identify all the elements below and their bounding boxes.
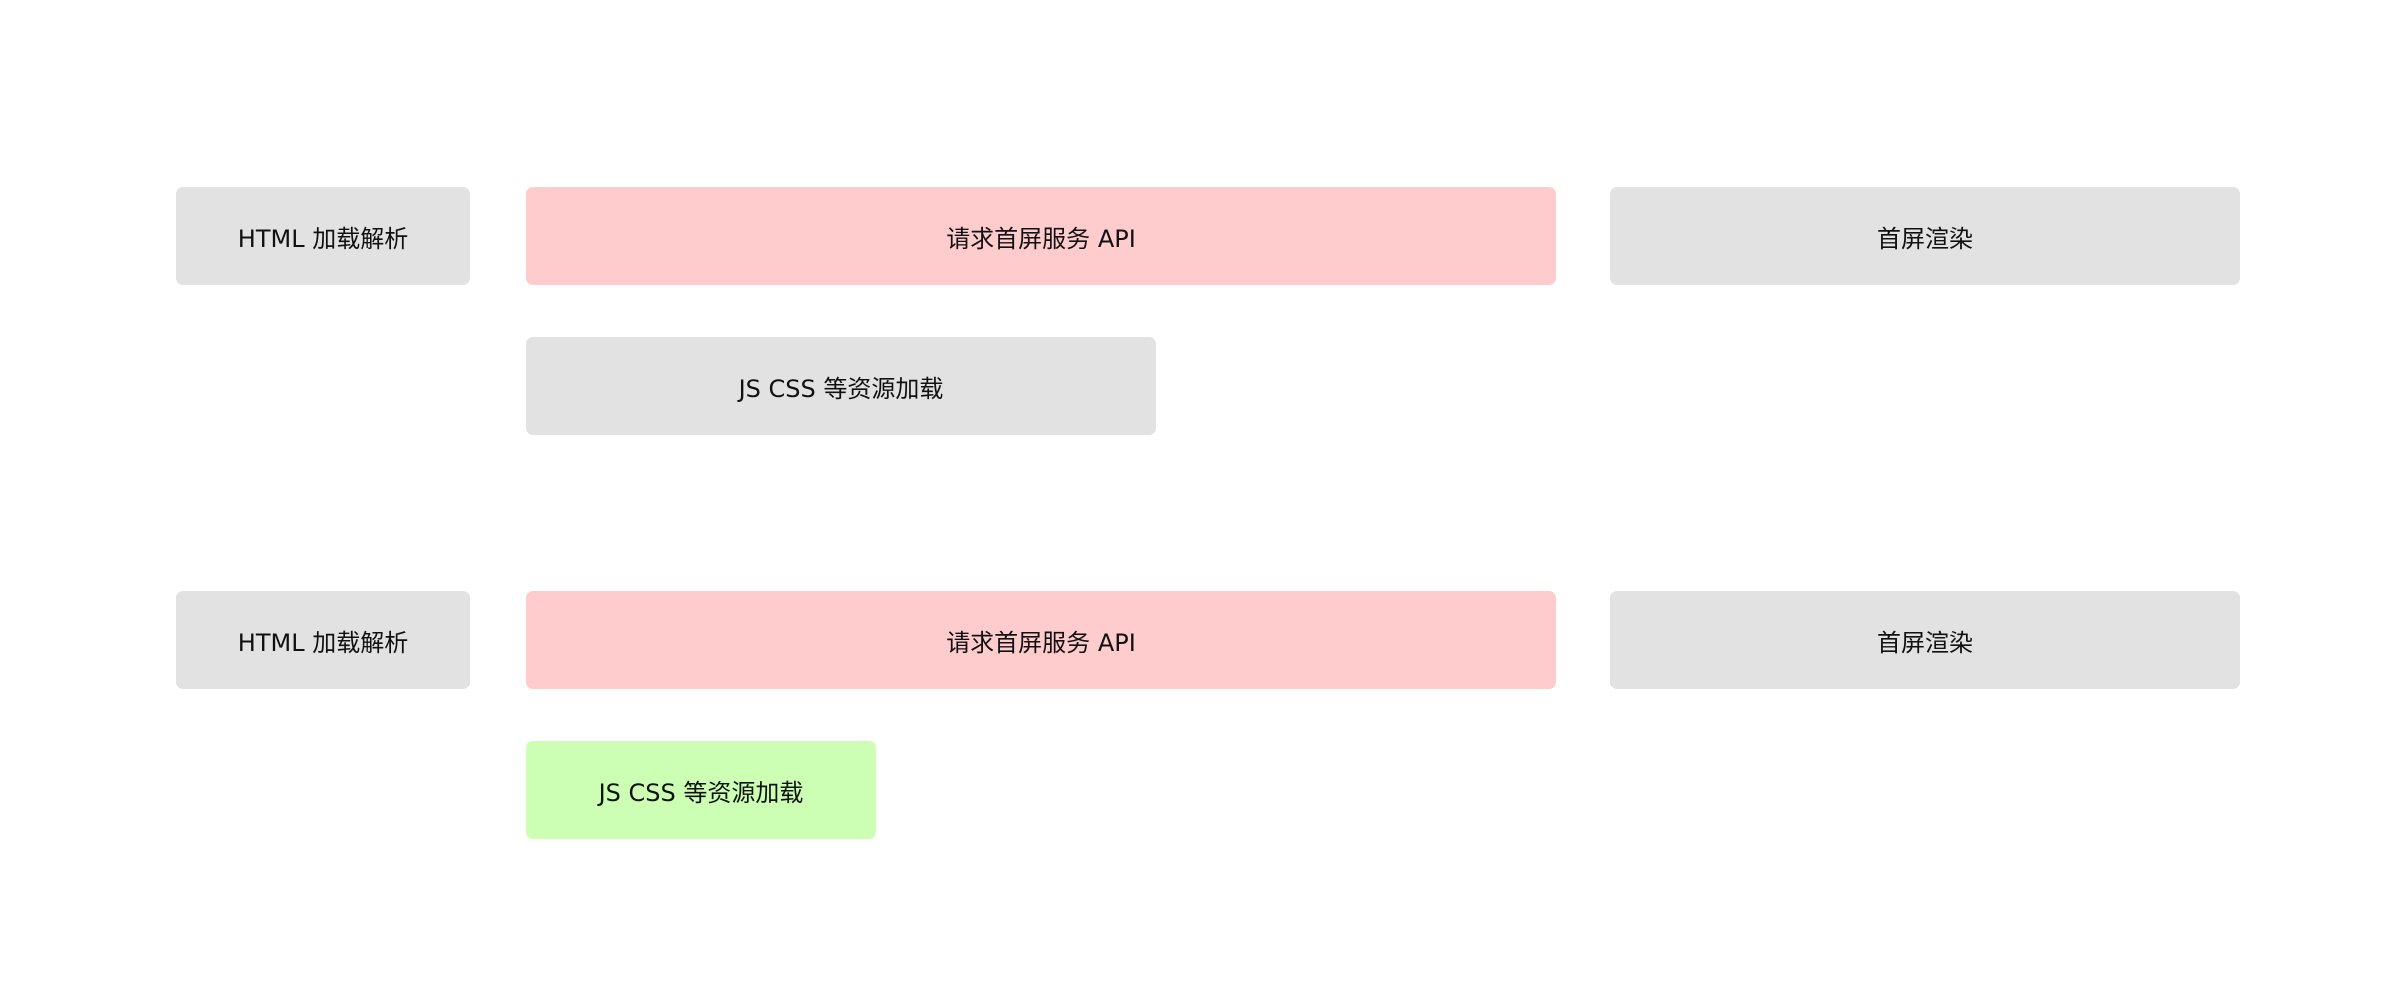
js-css-resource-load-step: JS CSS 等资源加载 (526, 337, 1156, 435)
html-load-parse-step: HTML 加载解析 (176, 591, 470, 689)
step-label: 请求首屏服务 API (946, 628, 1136, 657)
js-css-resource-load-step: JS CSS 等资源加载 (526, 741, 876, 839)
step-label: JS CSS 等资源加载 (598, 778, 804, 807)
step-label: HTML 加载解析 (237, 628, 409, 657)
step-label: 首屏渲染 (1877, 628, 1973, 657)
html-load-parse-step: HTML 加载解析 (176, 187, 470, 285)
step-label: HTML 加载解析 (237, 224, 409, 253)
step-label: 请求首屏服务 API (946, 224, 1136, 253)
first-screen-render-step: 首屏渲染 (1610, 187, 2240, 285)
step-label: 首屏渲染 (1877, 224, 1973, 253)
first-screen-render-step: 首屏渲染 (1610, 591, 2240, 689)
timeline-diagram: HTML 加载解析 请求首屏服务 API 首屏渲染 JS CSS 等资源加载 H… (0, 0, 2400, 998)
first-screen-api-request-step: 请求首屏服务 API (526, 187, 1556, 285)
step-label: JS CSS 等资源加载 (738, 374, 944, 403)
first-screen-api-request-step: 请求首屏服务 API (526, 591, 1556, 689)
